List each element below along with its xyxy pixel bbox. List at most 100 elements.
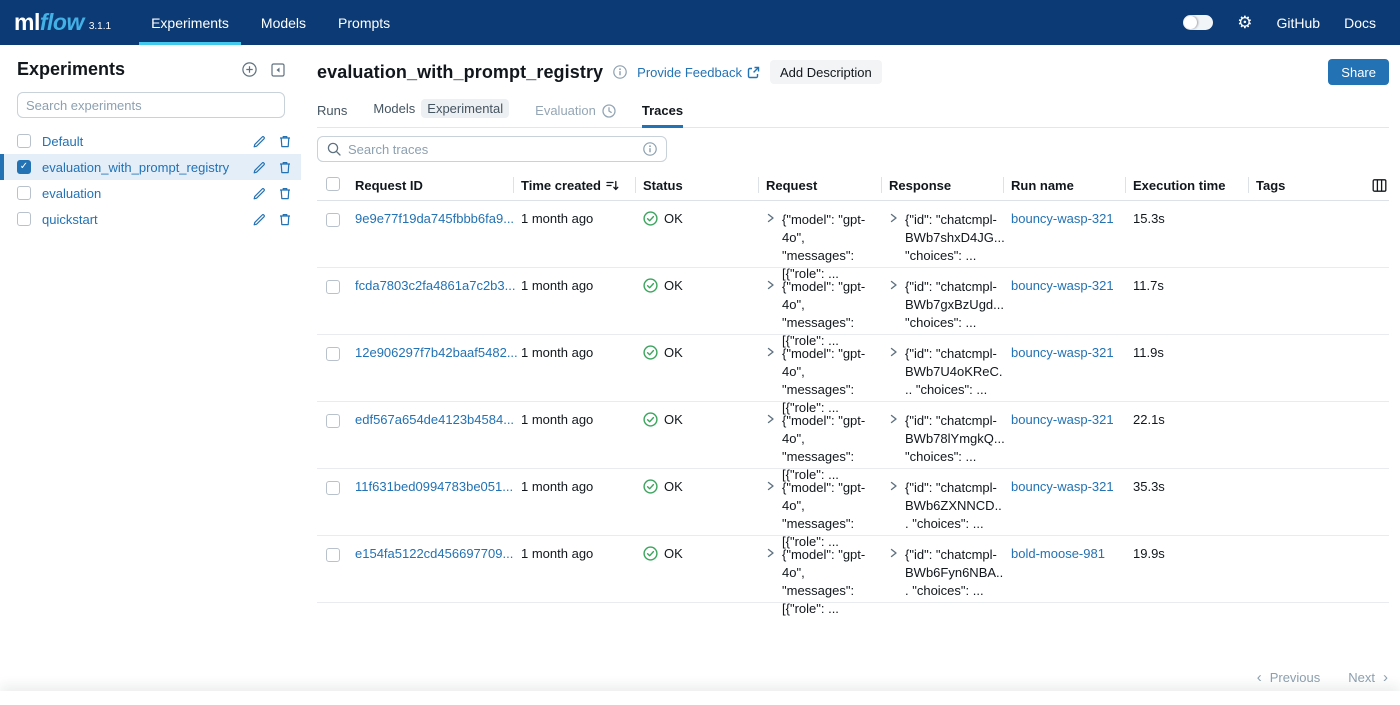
experiment-list-item[interactable]: Default: [0, 128, 301, 154]
delete-trash-icon[interactable]: [279, 213, 291, 226]
experiments-search: [17, 92, 285, 118]
traces-table: Request ID Time created Status Request R…: [317, 170, 1389, 603]
experiment-name-link[interactable]: quickstart: [42, 212, 245, 227]
col-header-response[interactable]: Response: [881, 170, 1003, 200]
response-preview: {"id": "chatcmpl-BWb7shxD4JG... "choices…: [905, 211, 1005, 265]
row-checkbox[interactable]: [326, 213, 340, 227]
sort-descending-icon[interactable]: [606, 179, 619, 192]
request-preview: {"model": "gpt-4o", "messages": [{"role"…: [782, 345, 873, 417]
row-checkbox[interactable]: [326, 347, 340, 361]
experiment-list-item[interactable]: evaluation_with_prompt_registry: [0, 154, 301, 180]
row-checkbox[interactable]: [326, 414, 340, 428]
info-circle-icon[interactable]: [613, 65, 627, 79]
expand-request-icon[interactable]: [766, 548, 775, 618]
clock-icon: [602, 104, 616, 118]
experiment-name-link[interactable]: evaluation: [42, 186, 245, 201]
run-name-link[interactable]: bouncy-wasp-321: [1011, 479, 1114, 494]
delete-trash-icon[interactable]: [279, 187, 291, 200]
experiment-list-item[interactable]: evaluation: [0, 180, 301, 206]
experiment-checkbox[interactable]: [17, 160, 31, 174]
github-link[interactable]: GitHub: [1277, 15, 1321, 31]
trace-row: fcda7803c2fa4861a7c2b3... 1 month ago OK…: [317, 268, 1389, 335]
run-name-link[interactable]: bouncy-wasp-321: [1011, 211, 1114, 226]
search-info-icon[interactable]: [643, 142, 657, 156]
run-name-link[interactable]: bouncy-wasp-321: [1011, 345, 1114, 360]
mlflow-app: ml flow 3.1.1 Experiments Models Prompts…: [0, 0, 1400, 705]
tab-runs[interactable]: Runs: [317, 103, 347, 128]
expand-response-icon[interactable]: [889, 213, 898, 265]
expand-response-icon[interactable]: [889, 481, 898, 533]
expand-request-icon[interactable]: [766, 414, 775, 484]
gear-icon[interactable]: ⚙: [1237, 14, 1252, 31]
col-header-tags[interactable]: Tags: [1248, 170, 1361, 200]
col-header-request-id[interactable]: Request ID: [347, 170, 513, 200]
experiment-checkbox[interactable]: [17, 186, 31, 200]
experiment-checkbox[interactable]: [17, 212, 31, 226]
expand-request-icon[interactable]: [766, 280, 775, 350]
next-page-button[interactable]: Next ›: [1348, 670, 1388, 685]
previous-page-button[interactable]: ‹ Previous: [1257, 670, 1321, 685]
run-name-link[interactable]: bold-moose-981: [1011, 546, 1105, 561]
tab-evaluation[interactable]: Evaluation: [535, 103, 616, 128]
expand-request-icon[interactable]: [766, 347, 775, 417]
mlflow-logo[interactable]: ml flow 3.1.1: [14, 0, 111, 45]
edit-pencil-icon[interactable]: [253, 187, 266, 200]
tab-traces[interactable]: Traces: [642, 103, 683, 128]
run-name-link[interactable]: bouncy-wasp-321: [1011, 278, 1114, 293]
nav-tab-prompts[interactable]: Prompts: [326, 0, 402, 45]
request-id-link[interactable]: fcda7803c2fa4861a7c2b3...: [355, 278, 515, 293]
expand-response-icon[interactable]: [889, 280, 898, 332]
expand-request-icon[interactable]: [766, 213, 775, 283]
experiment-list-item[interactable]: quickstart: [0, 206, 301, 232]
expand-response-icon[interactable]: [889, 347, 898, 399]
expand-response-icon[interactable]: [889, 548, 898, 600]
col-header-time-created[interactable]: Time created: [513, 170, 635, 200]
expand-response-icon[interactable]: [889, 414, 898, 466]
nav-tab-models[interactable]: Models: [249, 0, 318, 45]
time-created-cell: 1 month ago: [513, 412, 635, 427]
column-selector[interactable]: [1361, 170, 1389, 200]
request-id-link[interactable]: 11f631bed0994783be051...: [355, 479, 513, 494]
request-id-link[interactable]: e154fa5122cd456697709...: [355, 546, 513, 561]
col-header-execution-time[interactable]: Execution time: [1125, 170, 1248, 200]
edit-pencil-icon[interactable]: [253, 135, 266, 148]
collapse-sidebar-icon[interactable]: [271, 63, 285, 77]
provide-feedback-label: Provide Feedback: [637, 65, 742, 80]
theme-toggle[interactable]: [1183, 15, 1213, 30]
select-all-checkbox[interactable]: [326, 177, 340, 191]
response-preview: {"id": "chatcmpl-BWb7U4oKReC... "choices…: [905, 345, 1005, 399]
previous-label: Previous: [1270, 670, 1321, 685]
edit-pencil-icon[interactable]: [253, 213, 266, 226]
request-id-link[interactable]: edf567a654de4123b4584...: [355, 412, 514, 427]
traces-search-input[interactable]: [348, 142, 636, 157]
col-header-run-name[interactable]: Run name: [1003, 170, 1125, 200]
request-id-link[interactable]: 9e9e77f19da745fbbb6fa9...: [355, 211, 514, 226]
experiment-checkbox[interactable]: [17, 134, 31, 148]
add-description-button[interactable]: Add Description: [770, 60, 882, 84]
row-checkbox[interactable]: [326, 548, 340, 562]
create-experiment-icon[interactable]: [242, 62, 257, 77]
execution-time-cell: 22.1s: [1125, 412, 1248, 427]
row-checkbox[interactable]: [326, 481, 340, 495]
delete-trash-icon[interactable]: [279, 161, 291, 174]
col-header-request[interactable]: Request: [758, 170, 881, 200]
provide-feedback-link[interactable]: Provide Feedback: [637, 65, 760, 80]
col-header-status[interactable]: Status: [635, 170, 758, 200]
request-id-link[interactable]: 12e906297f7b42baaf5482...: [355, 345, 518, 360]
docs-link[interactable]: Docs: [1344, 15, 1376, 31]
edit-pencil-icon[interactable]: [253, 161, 266, 174]
chevron-right-icon: ›: [1383, 670, 1388, 685]
tab-models[interactable]: Models Experimental: [373, 99, 509, 128]
expand-request-icon[interactable]: [766, 481, 775, 551]
delete-trash-icon[interactable]: [279, 135, 291, 148]
experiments-search-input[interactable]: [26, 98, 276, 113]
row-checkbox[interactable]: [326, 280, 340, 294]
experiment-name-link[interactable]: Default: [42, 134, 245, 149]
run-name-link[interactable]: bouncy-wasp-321: [1011, 412, 1114, 427]
experiment-name-link[interactable]: evaluation_with_prompt_registry: [42, 160, 245, 175]
search-icon: [327, 142, 341, 156]
pagination: ‹ Previous Next ›: [1257, 670, 1388, 685]
share-button[interactable]: Share: [1328, 59, 1389, 85]
status-ok-icon: [643, 211, 658, 226]
nav-tab-experiments[interactable]: Experiments: [139, 0, 241, 45]
